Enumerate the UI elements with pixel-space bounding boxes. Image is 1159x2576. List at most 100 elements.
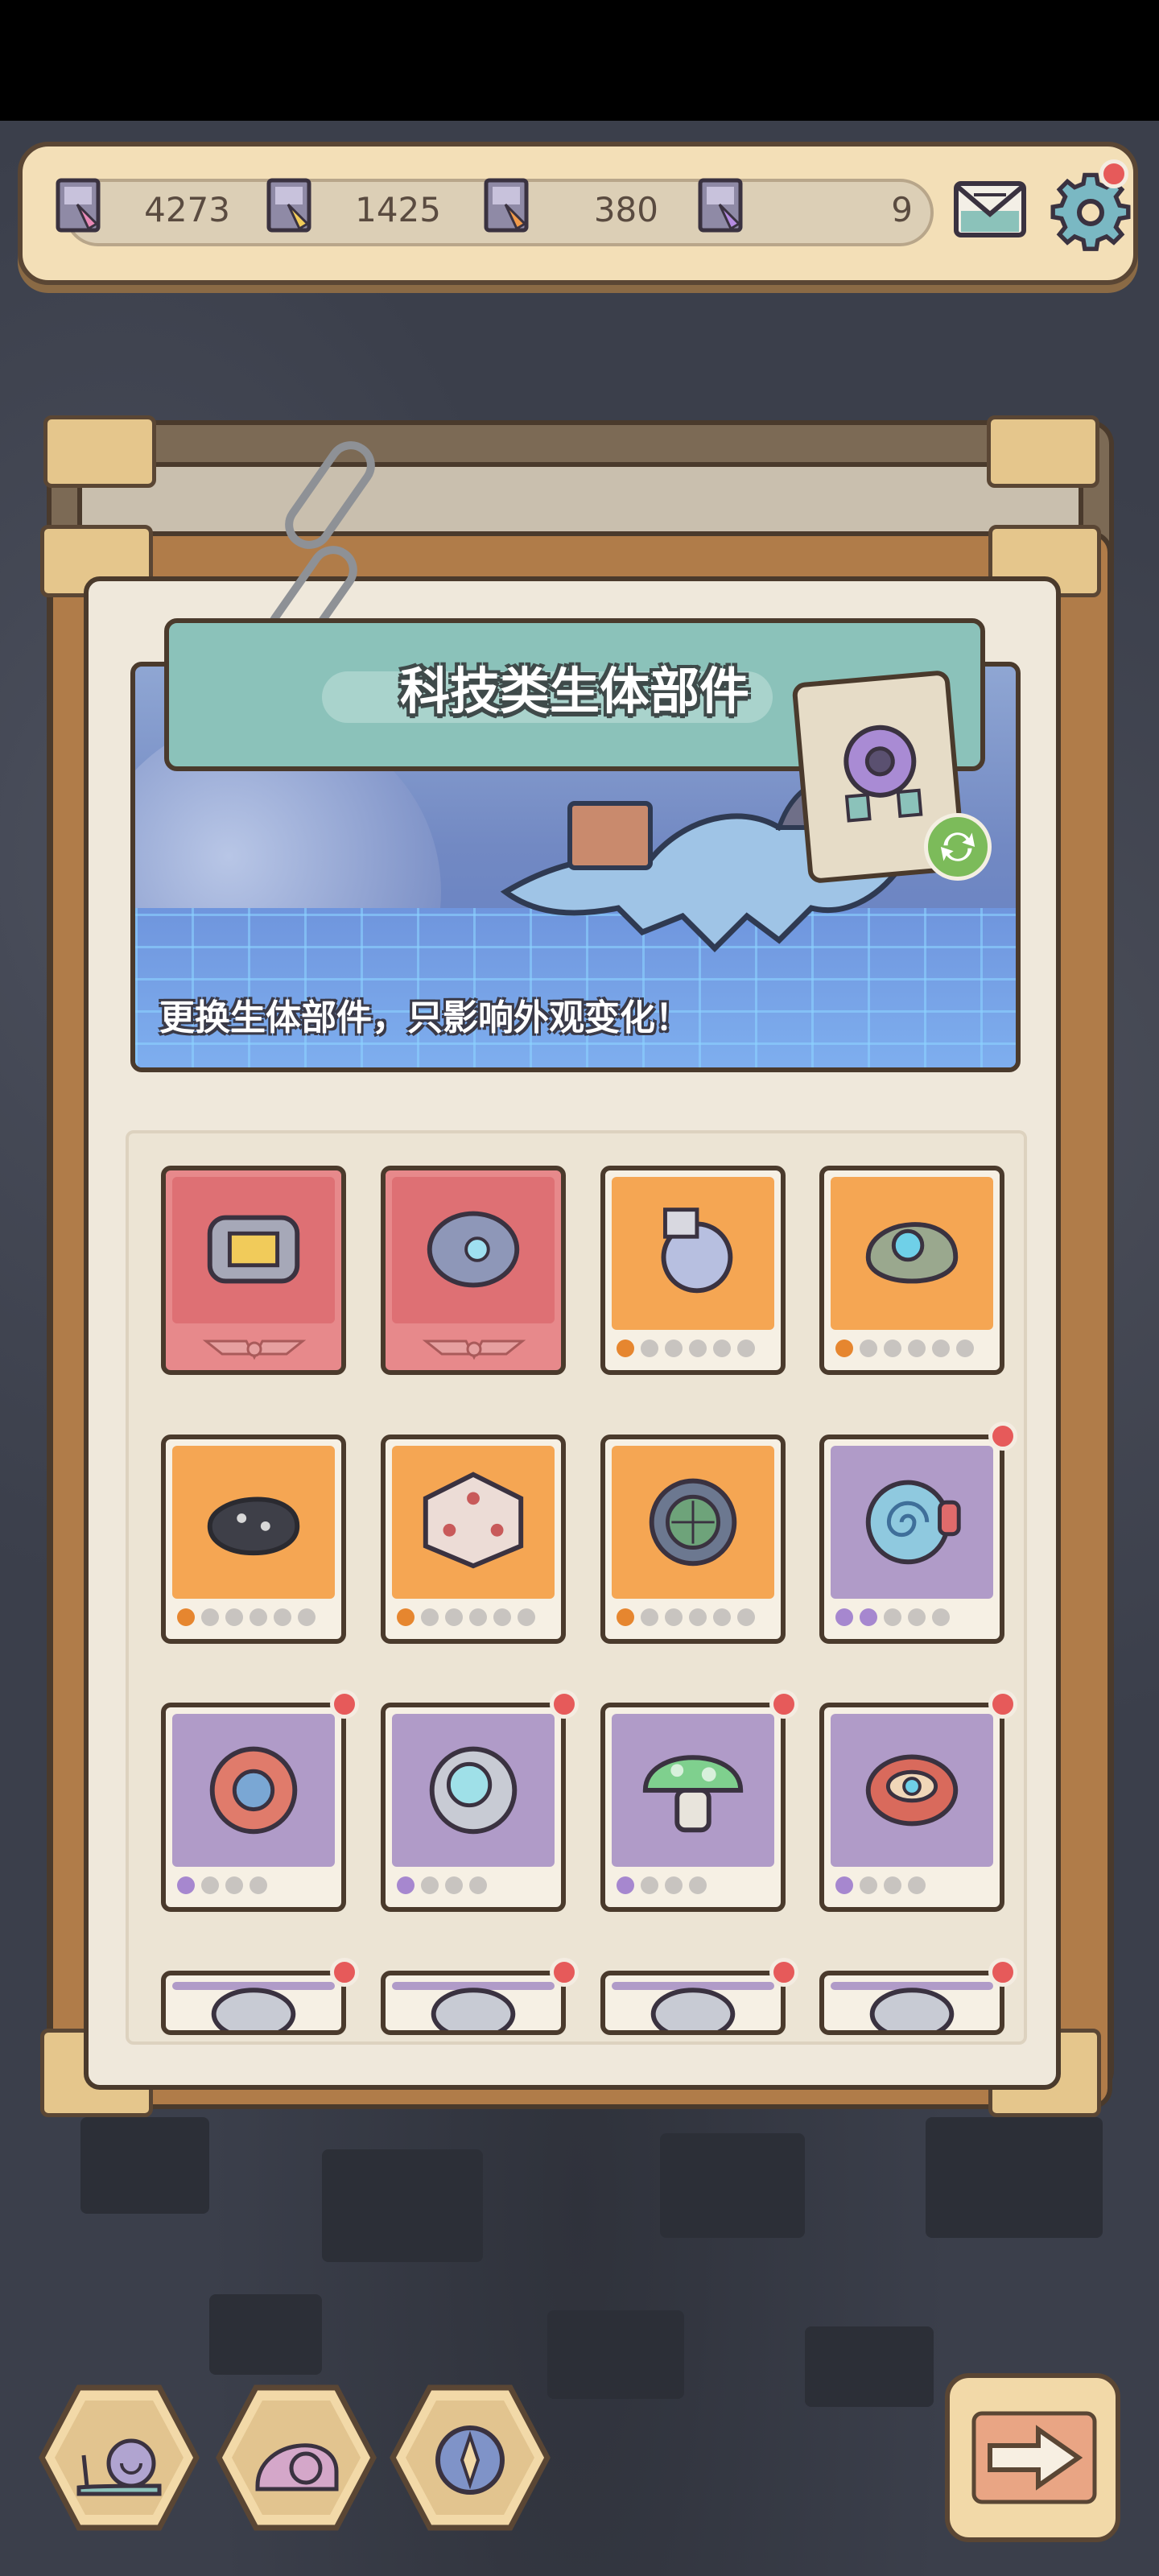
new-item-badge	[988, 1958, 1017, 1987]
blueprint-purple-icon	[698, 178, 743, 233]
item-card-bat-shell[interactable]	[161, 1435, 346, 1644]
level-dot	[274, 1608, 291, 1626]
new-item-badge	[550, 1958, 579, 1987]
spiral-shell-icon	[865, 1480, 961, 1565]
gem-shell-icon	[865, 1222, 959, 1284]
item-card-partial-item[interactable]	[600, 1958, 798, 2035]
level-dot	[713, 1340, 731, 1357]
resource-value: 1425	[355, 190, 441, 229]
item-card-partial-item[interactable]	[161, 1958, 359, 2035]
new-item-badge	[988, 1690, 1017, 1719]
shell-button[interactable]	[216, 2383, 377, 2533]
partial-item-icon	[869, 1988, 955, 2030]
scope-icon	[649, 1478, 737, 1567]
level-dot	[713, 1608, 731, 1626]
level-dot	[689, 1340, 707, 1357]
partial-item-icon	[431, 1988, 516, 2030]
new-item-badge	[769, 1690, 798, 1719]
blueprint-orange-icon	[484, 178, 529, 233]
level-dot	[932, 1608, 950, 1626]
robot-arm-icon	[661, 1208, 733, 1294]
resource-item: 380	[481, 171, 666, 251]
level-dots	[617, 1340, 755, 1360]
level-dot	[860, 1876, 877, 1894]
resource-value: 9	[891, 190, 913, 229]
level-dot	[884, 1876, 901, 1894]
level-dot	[737, 1340, 755, 1357]
level-dot	[884, 1608, 901, 1626]
item-card-diving-helmet[interactable]	[381, 1690, 579, 1912]
item-card-gem-shell[interactable]	[819, 1166, 1004, 1375]
level-dot	[617, 1340, 634, 1357]
next-button[interactable]	[945, 2373, 1120, 2542]
item-card-mech-cannon[interactable]	[161, 1166, 346, 1375]
level-dot	[835, 1876, 853, 1894]
level-dot	[421, 1876, 439, 1894]
resource-item: 1425	[264, 171, 449, 251]
settings-notification-badge	[1099, 159, 1128, 188]
mushroom-icon	[642, 1755, 744, 1833]
level-dot	[689, 1608, 707, 1626]
level-dot	[908, 1340, 926, 1357]
new-item-badge	[330, 1958, 359, 1987]
scarf-icon	[865, 1754, 959, 1827]
item-card-scarf[interactable]	[819, 1690, 1017, 1912]
blueprint-gold-icon	[266, 178, 311, 233]
compass-button[interactable]	[390, 2383, 551, 2533]
diving-helmet-icon	[429, 1746, 518, 1835]
resource-value: 380	[593, 190, 658, 229]
swap-icon[interactable]	[924, 813, 992, 881]
new-item-badge	[330, 1690, 359, 1719]
item-card-robot-arm[interactable]	[600, 1166, 786, 1375]
level-dot	[641, 1608, 658, 1626]
item-card-spiral-shell[interactable]	[819, 1422, 1017, 1644]
level-dot	[421, 1608, 439, 1626]
item-card-partial-item[interactable]	[819, 1958, 1017, 2035]
level-dot	[908, 1876, 926, 1894]
level-dots	[835, 1340, 974, 1360]
corner-bracket	[43, 415, 156, 488]
mail-icon[interactable]	[950, 171, 1030, 246]
level-dots	[617, 1608, 755, 1629]
level-dot	[835, 1340, 853, 1357]
new-item-badge	[769, 1958, 798, 1987]
blueprint-pink-icon	[56, 178, 101, 233]
level-dot	[518, 1608, 535, 1626]
level-dot	[469, 1876, 487, 1894]
item-card-partial-item[interactable]	[381, 1958, 579, 2035]
item-card-mushroom[interactable]	[600, 1690, 798, 1912]
mech-head-icon	[427, 1211, 520, 1288]
level-dot	[397, 1876, 415, 1894]
wings-emblem-icon	[202, 1340, 307, 1360]
mech-cannon-icon	[207, 1215, 300, 1284]
partial-item-icon	[211, 1988, 296, 2030]
banner-description: 更换生体部件，只影响外观变化！	[159, 997, 691, 1038]
level-dot	[908, 1608, 926, 1626]
tech-gear-icon	[843, 724, 923, 823]
level-dot	[298, 1608, 316, 1626]
dice-icon	[423, 1472, 524, 1569]
item-card-scope[interactable]	[600, 1435, 786, 1644]
level-dot	[665, 1608, 683, 1626]
level-dot	[617, 1608, 634, 1626]
level-dots	[397, 1608, 535, 1629]
resource-bar: 4273 1425 380 9	[18, 142, 1138, 285]
arrow-right-icon	[971, 2411, 1097, 2504]
level-dot	[884, 1340, 901, 1357]
level-dot	[225, 1876, 243, 1894]
level-dot	[860, 1608, 877, 1626]
shield-shell-icon	[209, 1746, 298, 1835]
bat-shell-icon	[207, 1496, 300, 1555]
item-card-shield-shell[interactable]	[161, 1690, 359, 1912]
snail-button[interactable]	[39, 2383, 200, 2533]
level-dot	[445, 1608, 463, 1626]
level-dot	[177, 1608, 195, 1626]
corner-bracket	[987, 415, 1099, 488]
level-dot	[201, 1876, 219, 1894]
item-card-dice[interactable]	[381, 1435, 566, 1644]
level-dot	[835, 1608, 853, 1626]
level-dots	[835, 1876, 926, 1897]
level-dot	[177, 1876, 195, 1894]
item-card-mech-head[interactable]	[381, 1166, 566, 1375]
level-dots	[835, 1608, 950, 1629]
